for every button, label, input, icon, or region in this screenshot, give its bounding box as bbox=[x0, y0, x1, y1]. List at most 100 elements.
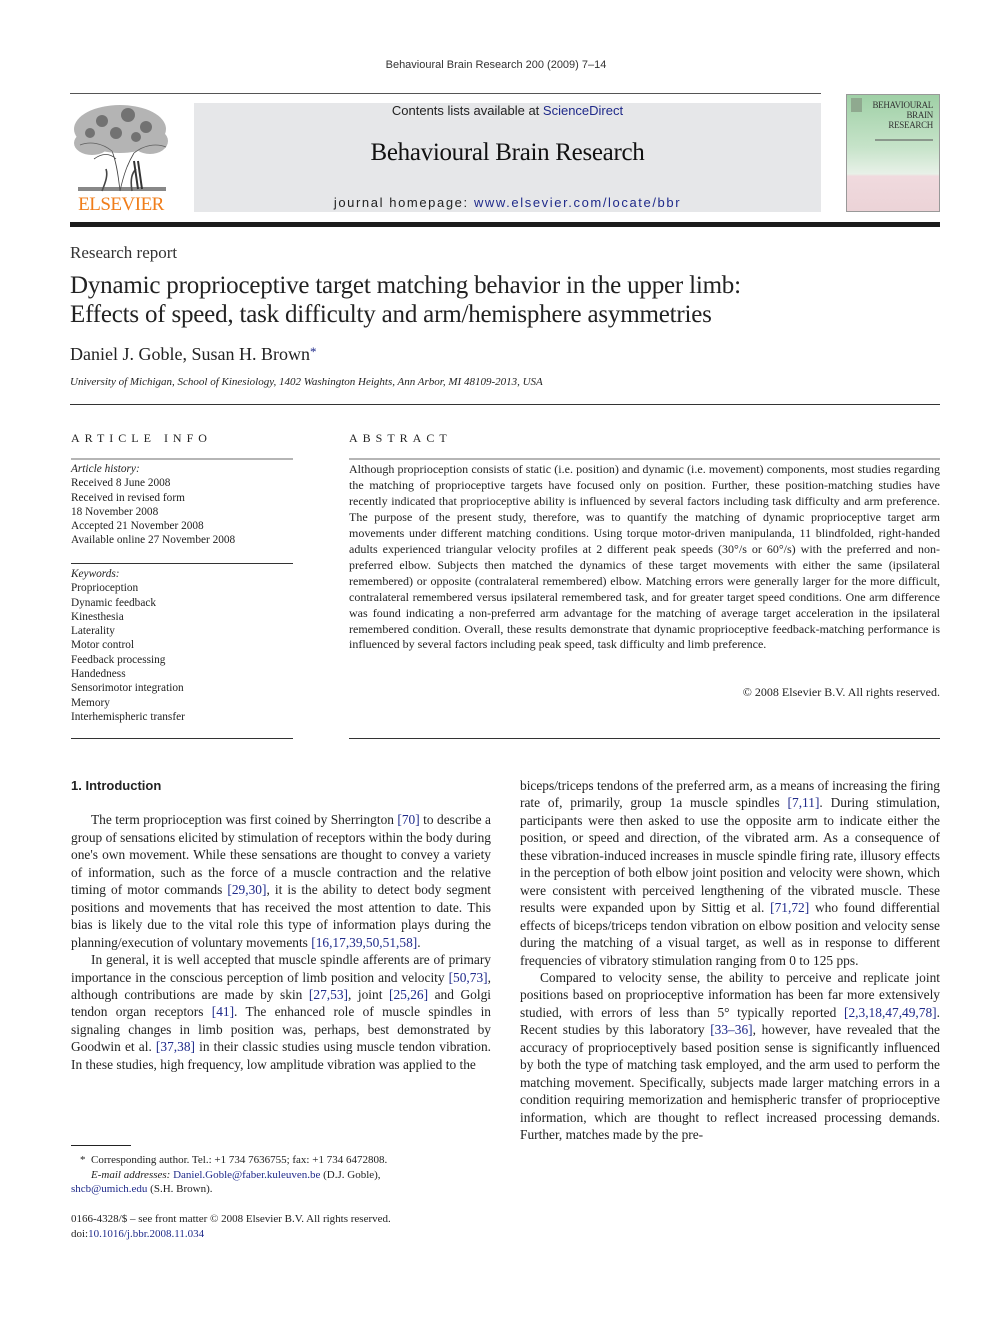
history-item: Available online 27 November 2008 bbox=[71, 534, 236, 547]
elsevier-logo[interactable]: ELSEVIER bbox=[70, 103, 172, 215]
doi-line: doi:10.1016/j.bbr.2008.11.034 bbox=[71, 1227, 501, 1242]
email-link-brown[interactable]: shcb@umich.edu bbox=[71, 1183, 147, 1195]
history-item: Received 8 June 2008 bbox=[71, 477, 171, 490]
article-info-heading: ARTICLE INFO bbox=[71, 431, 212, 445]
cover-title-line: RESEARCH bbox=[888, 120, 933, 130]
citation-link[interactable]: [29,30] bbox=[227, 882, 266, 897]
citation-link[interactable]: [70] bbox=[397, 812, 419, 827]
citation-link[interactable]: [16,17,39,50,51,58] bbox=[311, 935, 417, 950]
contents-line: Contents lists available at ScienceDirec… bbox=[194, 103, 821, 118]
journal-cover-thumbnail[interactable]: BEHAVIOURAL BRAIN RESEARCH bbox=[846, 94, 940, 212]
history-item: 18 November 2008 bbox=[71, 505, 159, 518]
front-matter-text: 0166-4328/$ – see front matter © 2008 El… bbox=[71, 1213, 391, 1225]
keyword-list: Proprioception Dynamic feedback Kinesthesi… bbox=[71, 581, 293, 724]
cover-emblem-icon bbox=[851, 98, 862, 112]
journal-banner: Contents lists available at ScienceDirec… bbox=[194, 103, 821, 212]
corresponding-footnote: * Corresponding author. Tel.: +1 734 763… bbox=[71, 1153, 501, 1168]
cover-title: BEHAVIOURAL BRAIN RESEARCH bbox=[872, 100, 933, 130]
header-rule bbox=[70, 93, 821, 94]
keyword-item: Proprioception bbox=[71, 582, 139, 595]
corresponding-text: Corresponding author. Tel.: +1 734 76367… bbox=[91, 1154, 388, 1166]
history-label: Article history: bbox=[71, 463, 140, 475]
corresponding-author-mark[interactable]: * bbox=[310, 344, 317, 359]
tree-icon bbox=[74, 105, 168, 192]
journal-title: Behavioural Brain Research bbox=[370, 139, 645, 166]
email-owner: (S.H. Brown). bbox=[147, 1183, 213, 1195]
divider bbox=[349, 738, 940, 739]
body-paragraph: The term proprioception was first coined… bbox=[71, 811, 491, 951]
body-column-right: biceps/triceps tendons of the preferred … bbox=[520, 777, 940, 1144]
doi-link[interactable]: 10.1016/j.bbr.2008.11.034 bbox=[88, 1228, 204, 1240]
author-names: Daniel J. Goble, Susan H. Brown bbox=[70, 344, 310, 364]
keyword-item: Kinesthesia bbox=[71, 610, 124, 623]
divider bbox=[70, 404, 940, 405]
footnote: * Corresponding author. Tel.: +1 734 763… bbox=[71, 1153, 501, 1197]
sciencedirect-link[interactable]: ScienceDirect bbox=[543, 103, 623, 118]
abstract-copyright: © 2008 Elsevier B.V. All rights reserved… bbox=[742, 685, 940, 699]
abstract-text: Although proprioception consists of stat… bbox=[349, 462, 940, 652]
article-history: Article history: Received 8 June 2008 Rec… bbox=[71, 462, 293, 548]
homepage-prefix: journal homepage: bbox=[333, 195, 474, 210]
history-item: Accepted 21 November 2008 bbox=[71, 520, 204, 533]
cover-title-line: BRAIN bbox=[906, 110, 933, 120]
keyword-item: Sensorimotor integration bbox=[71, 682, 184, 695]
citation-link[interactable]: [27,53] bbox=[309, 987, 348, 1002]
paragraph-text: In general, it is well accepted that mus… bbox=[71, 952, 491, 985]
divider bbox=[71, 458, 293, 460]
paragraph-text: . During stimulation, participants were … bbox=[520, 795, 940, 916]
keyword-item: Memory bbox=[71, 696, 110, 709]
divider bbox=[71, 738, 293, 739]
body-column-left: 1. Introduction The term proprioception … bbox=[71, 777, 491, 1073]
paragraph-text: , joint bbox=[347, 986, 389, 1002]
divider bbox=[71, 563, 293, 564]
paragraph-text: The term proprioception was first coined… bbox=[91, 812, 398, 828]
cover-subtitle-line bbox=[875, 139, 933, 141]
body-paragraph: In general, it is well accepted that mus… bbox=[71, 951, 491, 1073]
doi-label: doi: bbox=[71, 1227, 89, 1240]
section-heading: 1. Introduction bbox=[71, 778, 162, 793]
title-line: Dynamic proprioceptive target matching b… bbox=[70, 272, 741, 299]
keyword-item: Dynamic feedback bbox=[71, 596, 156, 609]
body-paragraph: Compared to velocity sense, the ability … bbox=[520, 969, 940, 1144]
citation-link[interactable]: [33–36] bbox=[710, 1022, 752, 1037]
paragraph-text: . bbox=[417, 934, 421, 950]
citation-link[interactable]: [25,26] bbox=[389, 987, 428, 1002]
divider bbox=[349, 458, 940, 460]
footnote-star: * bbox=[80, 1154, 86, 1166]
cover-title-line: BEHAVIOURAL bbox=[872, 100, 933, 110]
article-type: Research report bbox=[70, 243, 178, 262]
email-link-goble[interactable]: Daniel.Goble@faber.kuleuven.be bbox=[173, 1169, 320, 1181]
elsevier-wordmark: ELSEVIER bbox=[78, 194, 164, 215]
keywords: Keywords: Proprioception Dynamic feedback… bbox=[71, 567, 293, 724]
right-paragraphs: biceps/triceps tendons of the preferred … bbox=[520, 777, 940, 1144]
keywords-label: Keywords: bbox=[71, 568, 120, 580]
citation-link[interactable]: [71,72] bbox=[770, 900, 809, 915]
author-list: Daniel J. Goble, Susan H. Brown* bbox=[70, 344, 316, 365]
citation-link[interactable]: [2,3,18,47,49,78] bbox=[844, 1005, 937, 1020]
keyword-item: Laterality bbox=[71, 625, 115, 638]
email-label: E-mail addresses: bbox=[91, 1168, 171, 1181]
front-matter: 0166-4328/$ – see front matter © 2008 El… bbox=[71, 1212, 501, 1241]
citation-link[interactable]: [37,38] bbox=[156, 1039, 195, 1054]
homepage-line: journal homepage: www.elsevier.com/locat… bbox=[194, 195, 821, 210]
footnote-rule bbox=[71, 1145, 131, 1146]
citation-link[interactable]: [50,73] bbox=[449, 970, 488, 985]
left-paragraphs: The term proprioception was first coined… bbox=[71, 811, 491, 1073]
history-item: Received in revised form bbox=[71, 491, 185, 504]
keyword-item: Interhemispheric transfer bbox=[71, 710, 185, 723]
history-list: Received 8 June 2008 Received in revised … bbox=[71, 476, 293, 547]
keyword-item: Handedness bbox=[71, 668, 126, 681]
running-head: Behavioural Brain Research 200 (2009) 7–… bbox=[385, 59, 607, 71]
keyword-item: Motor control bbox=[71, 639, 135, 652]
citation-link[interactable]: [41] bbox=[212, 1004, 234, 1019]
article-title: Dynamic proprioceptive target matching b… bbox=[70, 271, 940, 329]
homepage-link[interactable]: www.elsevier.com/locate/bbr bbox=[474, 195, 681, 210]
citation-link[interactable]: [7,11] bbox=[788, 795, 820, 810]
affiliation: University of Michigan, School of Kinesi… bbox=[70, 376, 543, 388]
body-paragraph: biceps/triceps tendons of the preferred … bbox=[520, 777, 940, 969]
title-line: Effects of speed, task difficulty and ar… bbox=[70, 301, 712, 328]
abstract-heading: ABSTRACT bbox=[349, 431, 452, 445]
contents-prefix: Contents lists available at bbox=[391, 103, 543, 118]
paragraph-text: , however, have revealed that the accura… bbox=[520, 1022, 940, 1143]
email-owner: (D.J. Goble), bbox=[320, 1168, 381, 1181]
